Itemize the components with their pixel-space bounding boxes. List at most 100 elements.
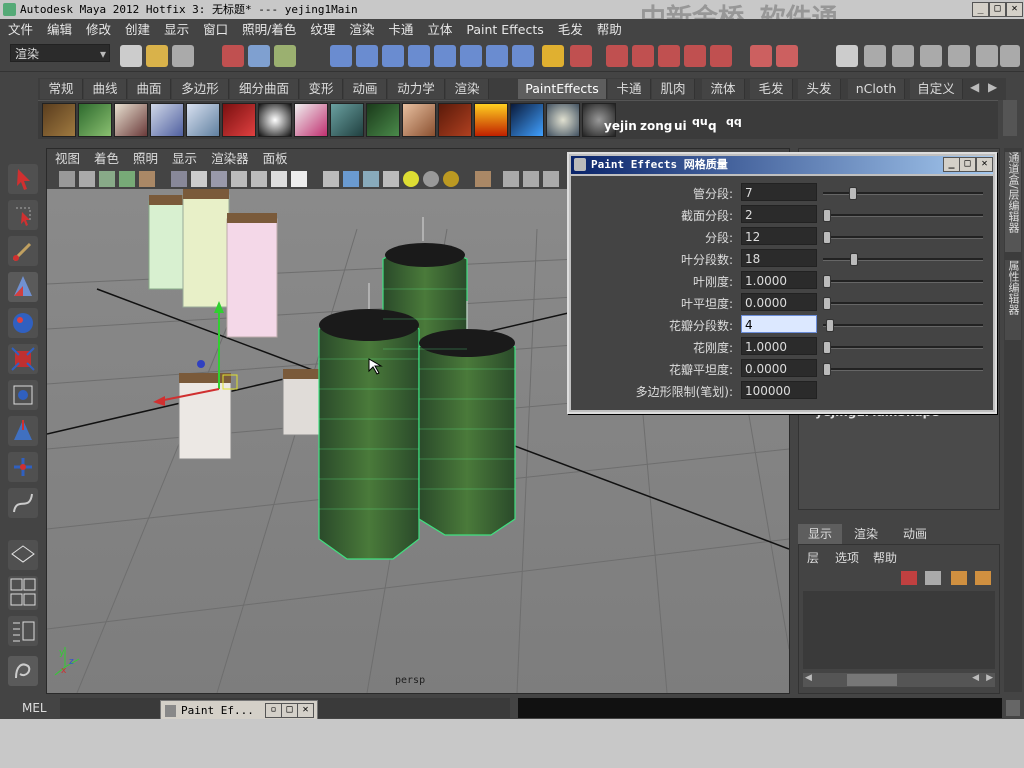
modeling-toolkit-icon[interactable]	[920, 45, 942, 67]
input-poly-limit[interactable]: 100000	[741, 381, 817, 399]
brush-water-icon[interactable]	[330, 103, 364, 137]
dialog-minimize-button[interactable]: _	[943, 157, 960, 172]
stroke-column-right[interactable]	[418, 301, 516, 536]
tab-fur[interactable]: 毛发	[750, 79, 793, 99]
history-icon[interactable]	[460, 45, 482, 67]
tab-toon[interactable]: 卡通	[608, 79, 651, 99]
slider-thumb[interactable]	[823, 231, 831, 244]
tab-subdiv[interactable]: 细分曲面	[230, 79, 299, 99]
brush-hairstyle-icon[interactable]	[438, 103, 472, 137]
construction-icon[interactable]	[486, 45, 508, 67]
tab-render-layers[interactable]: 渲染	[844, 524, 888, 544]
slider-thumb[interactable]	[823, 297, 831, 310]
tab-hair[interactable]: 头发	[798, 79, 841, 99]
slider-thumb[interactable]	[823, 275, 831, 288]
layer-move-down-icon[interactable]	[975, 571, 991, 585]
slider-leaf-stiffness[interactable]	[823, 275, 983, 288]
brush-stars-icon[interactable]	[258, 103, 292, 137]
scale-tool-icon[interactable]	[8, 344, 38, 374]
menu-display[interactable]: 显示	[164, 22, 189, 37]
close-button[interactable]: ✕	[1006, 2, 1023, 17]
minimize-button[interactable]: _	[972, 2, 989, 17]
tab-anim-layers[interactable]: 动画	[890, 524, 940, 544]
slider-leaf-segments[interactable]	[823, 253, 983, 266]
four-view-icon[interactable]	[8, 576, 38, 610]
input-ops-icon[interactable]	[570, 45, 592, 67]
scroll-thumb[interactable]	[847, 674, 897, 686]
vp-menu-show[interactable]: 显示	[172, 151, 197, 166]
soft-mod-tool-icon[interactable]	[8, 416, 38, 446]
brush-grass-icon[interactable]	[78, 103, 112, 137]
stroke-column-left[interactable]	[318, 283, 420, 560]
menu-texturing[interactable]: 纹理	[310, 22, 335, 37]
slider-flower-stiffness[interactable]	[823, 341, 983, 354]
layer-hscrollbar[interactable]: ◀ ◀ ▶	[803, 673, 995, 687]
brush-clouds-icon[interactable]	[546, 103, 580, 137]
use-all-lights-icon[interactable]	[403, 171, 419, 187]
show-manipulator-icon[interactable]	[8, 452, 38, 482]
vp-menu-renderer[interactable]: 渲染器	[211, 151, 249, 166]
brush-texture-icon[interactable]	[366, 103, 400, 137]
snap-grid-icon[interactable]	[330, 45, 352, 67]
universal-manipulator-icon[interactable]	[8, 380, 38, 410]
smooth-shade-icon[interactable]	[343, 171, 359, 187]
brush-fire-icon[interactable]	[474, 103, 508, 137]
save-scene-icon[interactable]	[172, 45, 194, 67]
layer-editor-icon[interactable]	[892, 45, 914, 67]
slider-thumb[interactable]	[823, 363, 831, 376]
high-quality-icon[interactable]	[443, 171, 459, 187]
slider-leaf-flatness[interactable]	[823, 297, 983, 310]
gate-mask-icon[interactable]	[231, 171, 247, 187]
brush-flower-icon[interactable]	[150, 103, 184, 137]
input-leaf-stiffness[interactable]: 1.0000	[741, 271, 817, 289]
restore-button[interactable]: ▫	[265, 703, 282, 718]
slider-thumb[interactable]	[823, 209, 831, 222]
vp-menu-lighting[interactable]: 照明	[133, 151, 158, 166]
vp-menu-panels[interactable]: 面板	[263, 151, 288, 166]
menu-toon[interactable]: 卡通	[388, 22, 413, 37]
tab-fluids[interactable]: 流体	[702, 79, 745, 99]
input-section-segments[interactable]: 2	[741, 205, 817, 223]
slider-tube-segments[interactable]	[823, 187, 983, 200]
lock-icon[interactable]	[542, 45, 564, 67]
new-layer-selected-icon[interactable]	[925, 571, 941, 585]
script-editor-icon[interactable]	[1006, 700, 1020, 716]
slider-thumb[interactable]	[823, 341, 831, 354]
scroll-right-icon[interactable]: ▶	[986, 673, 993, 683]
film-gate-icon[interactable]	[191, 171, 207, 187]
sidebar-toggle-icon[interactable]	[1000, 45, 1020, 67]
camera-attributes-icon[interactable]	[79, 171, 95, 187]
input-tube-segments[interactable]: 7	[741, 183, 817, 201]
stroke-pale-pink[interactable]	[226, 213, 278, 338]
snap-view-plane-icon[interactable]	[408, 45, 430, 67]
move-tool-icon[interactable]	[8, 272, 38, 302]
vp-menu-shading[interactable]: 着色	[94, 151, 119, 166]
dialog-maximize-button[interactable]: □	[959, 157, 976, 172]
render-frame-icon[interactable]	[606, 45, 628, 67]
shelf-brush-yejin[interactable]: yejin	[604, 119, 637, 133]
menu-set-select[interactable]: 渲染 ▾	[10, 44, 110, 62]
shelf-brush-qu[interactable]: qu	[692, 115, 708, 128]
input-leaf-flatness[interactable]: 0.0000	[741, 293, 817, 311]
attribute-editor-icon[interactable]	[836, 45, 858, 67]
stroke-pale-yellow[interactable]	[182, 189, 230, 308]
select-hierarchy-icon[interactable]	[222, 45, 244, 67]
shelf-scroll-left-icon[interactable]: ◀	[970, 80, 979, 94]
tab-paint-effects[interactable]: PaintEffects	[518, 79, 607, 99]
hypershade-icon[interactable]	[684, 45, 706, 67]
wireframe-icon[interactable]	[323, 171, 339, 187]
menu-create[interactable]: 创建	[125, 22, 150, 37]
slider-petal-flatness[interactable]	[823, 363, 983, 376]
layer-list[interactable]	[803, 591, 995, 669]
paint-tool-icon[interactable]	[8, 236, 38, 266]
move-manip-z-handle[interactable]	[197, 360, 205, 368]
tab-curves[interactable]: 曲线	[84, 79, 127, 99]
brush-branch-icon[interactable]	[114, 103, 148, 137]
tab-animation[interactable]: 动画	[344, 79, 387, 99]
outliner-view-icon[interactable]	[8, 616, 38, 646]
shelf-brush-qq[interactable]: qq	[726, 115, 742, 128]
shelf-scroll-right-icon[interactable]: ▶	[988, 80, 997, 94]
backface-icon[interactable]	[543, 171, 559, 187]
layer-menu-layers[interactable]: 层	[807, 549, 819, 566]
menu-edit[interactable]: 编辑	[47, 22, 72, 37]
